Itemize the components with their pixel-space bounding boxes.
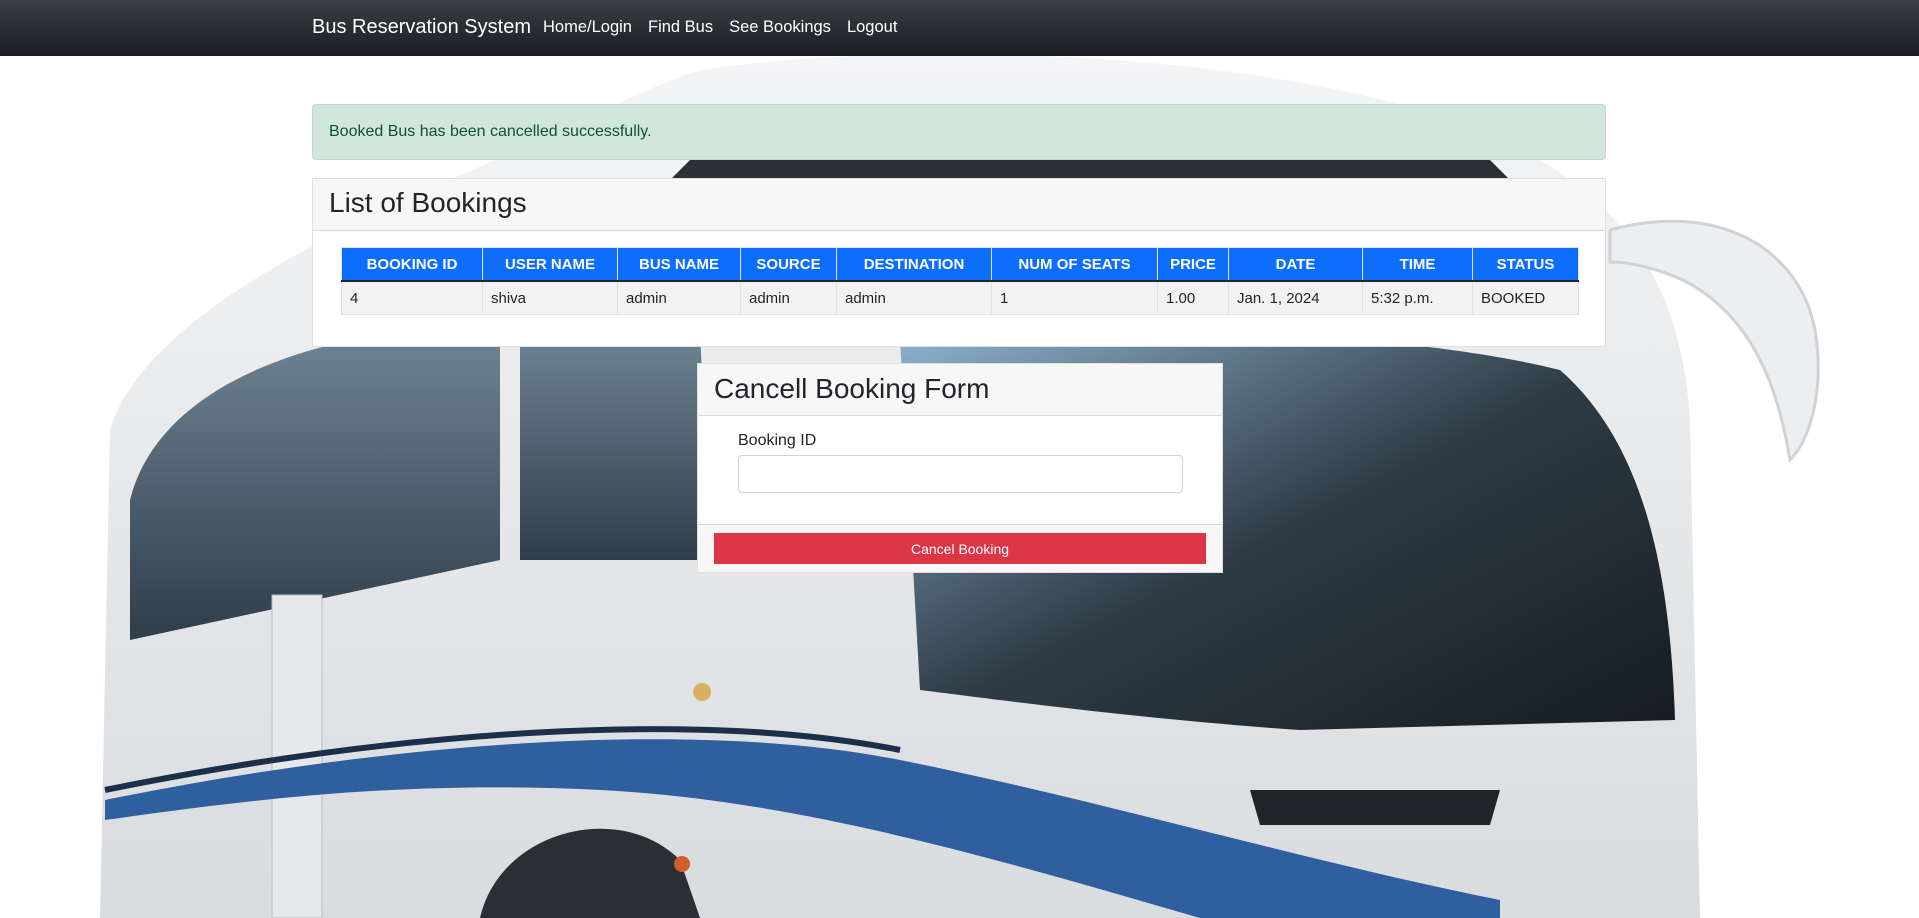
column-header-date: DATE <box>1228 247 1363 282</box>
bookings-title: List of Bookings <box>313 179 1605 231</box>
brand-link[interactable]: Bus Reservation System <box>312 16 531 39</box>
cell-status: BOOKED <box>1472 280 1579 315</box>
cell-price: 1.00 <box>1157 280 1229 315</box>
alert-message: Booked Bus has been cancelled successful… <box>329 123 652 140</box>
navbar: Bus Reservation System Home/Login Find B… <box>0 0 1919 56</box>
column-header-price: PRICE <box>1157 247 1229 282</box>
column-header-num-of-seats: NUM OF SEATS <box>991 247 1158 282</box>
table-header-row: BOOKING ID USER NAME BUS NAME SOURCE DES… <box>341 247 1579 282</box>
cancel-form-title: Cancell Booking Form <box>698 364 1222 416</box>
table-row: 4 shiva admin admin admin 1 1.00 Jan. 1,… <box>341 280 1579 315</box>
cell-destination: admin <box>836 280 992 315</box>
bookings-card: List of Bookings BOOKING ID USER NAME BU… <box>312 178 1606 347</box>
nav-links: Home/Login Find Bus See Bookings Logout <box>543 18 913 37</box>
nav-see-bookings-link[interactable]: See Bookings <box>729 18 831 37</box>
cell-bus-name: admin <box>617 280 741 315</box>
success-alert: Booked Bus has been cancelled successful… <box>312 104 1606 160</box>
page: Bus Reservation System Home/Login Find B… <box>0 0 1919 918</box>
column-header-status: STATUS <box>1472 247 1579 282</box>
cell-date: Jan. 1, 2024 <box>1228 280 1363 315</box>
cancel-booking-button[interactable]: Cancel Booking <box>714 533 1206 564</box>
bookings-table: BOOKING ID USER NAME BUS NAME SOURCE DES… <box>341 247 1579 315</box>
nav-home-login-link[interactable]: Home/Login <box>543 18 632 37</box>
form-footer: Cancel Booking <box>698 524 1222 572</box>
cell-time: 5:32 p.m. <box>1362 280 1473 315</box>
cell-booking-id: 4 <box>341 280 483 315</box>
cell-user-name: shiva <box>482 280 618 315</box>
column-header-booking-id: BOOKING ID <box>341 247 483 282</box>
column-header-source: SOURCE <box>740 247 837 282</box>
cell-num-of-seats: 1 <box>991 280 1158 315</box>
booking-id-input[interactable] <box>738 455 1183 493</box>
column-header-user-name: USER NAME <box>482 247 618 282</box>
column-header-time: TIME <box>1362 247 1473 282</box>
nav-logout-link[interactable]: Logout <box>847 18 897 37</box>
column-header-destination: DESTINATION <box>836 247 992 282</box>
nav-find-bus-link[interactable]: Find Bus <box>648 18 713 37</box>
column-header-bus-name: BUS NAME <box>617 247 741 282</box>
booking-id-label: Booking ID <box>738 432 817 449</box>
cancel-booking-form: Cancell Booking Form Booking ID Cancel B… <box>697 363 1223 573</box>
cell-source: admin <box>740 280 837 315</box>
